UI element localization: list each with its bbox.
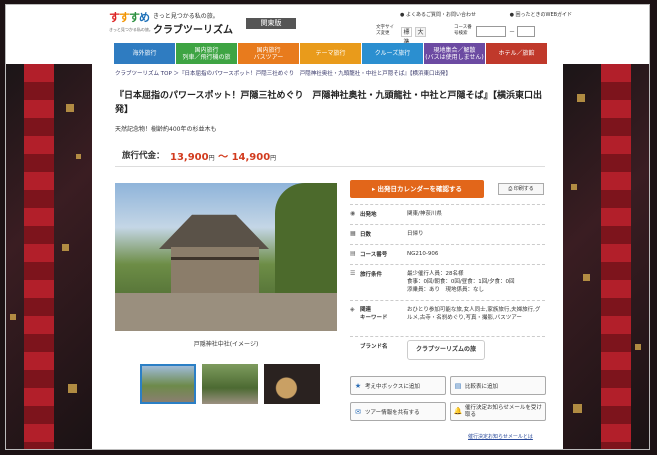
breadcrumb[interactable]: クラブツーリズム TOP ＞『日本屈指のパワースポット！戸隠三社めぐり 戸隠神社… xyxy=(115,69,545,77)
main-nav: 海外旅行 国内旅行 列車／飛行機の旅 国内旅行 バスツアー テーマ旅行 クルーズ旅行 現地… xyxy=(114,43,548,64)
doc-icon: ▤ xyxy=(350,250,356,257)
compare-icon: ▤ xyxy=(454,381,462,390)
course-search-label: コース番号検索 xyxy=(454,25,472,36)
nav-item-4[interactable]: クルーズ旅行 xyxy=(362,43,424,64)
nav-item-2[interactable]: 国内旅行 バスツアー xyxy=(238,43,300,64)
faq-link[interactable]: ● よくあるご質問・お問い合わせ xyxy=(400,12,492,18)
region-badge: 関東版 xyxy=(246,18,296,29)
text-size-normal-button[interactable]: 標準 xyxy=(401,27,412,46)
photo-thumbnail-3[interactable] xyxy=(264,364,320,404)
price-range: 13,900円 ～ 14,900円 xyxy=(170,152,277,163)
tour-detail-content: クラブツーリズム TOP ＞『日本屈指のパワースポット！戸隠三社めぐり 戸隠神社… xyxy=(100,64,557,449)
mail-icon: ✉ xyxy=(355,407,361,416)
nav-item-0[interactable]: 海外旅行 xyxy=(114,43,176,64)
web-guide-link[interactable]: ● 困ったときのWEBガイド xyxy=(510,12,589,18)
photo-caption: 戸隠神社中社(イメージ) xyxy=(193,341,259,348)
site-header: すすすめ きっと見つかる私の旅。 きっと見つかる私の旅。 クラブツーリズム 関東… xyxy=(6,5,649,46)
photo-thumbnail-2[interactable] xyxy=(202,364,258,404)
info-row-course-number: ▤ コース番号 NG210-906 xyxy=(350,244,545,264)
brand-name[interactable]: クラブツーリズム xyxy=(153,21,233,36)
price-label: 旅行代金： xyxy=(122,151,165,161)
list-icon: ☰ xyxy=(350,270,356,277)
divider xyxy=(115,166,545,167)
text-size-large-button[interactable]: 大 xyxy=(415,27,426,37)
confirm-notice-mail-button[interactable]: 🔔 催行決定お知らせメールを受け取る xyxy=(450,402,546,421)
info-row-departure: ◉ 出発地 関東/神奈川県 xyxy=(350,204,545,224)
site-logo[interactable]: すすすめ xyxy=(109,9,150,25)
right-decor-panel xyxy=(563,64,649,449)
course-number-input-2[interactable] xyxy=(517,26,535,37)
text-size-label: 文字サイズ変更 xyxy=(376,25,394,36)
course-number-input[interactable] xyxy=(476,26,506,37)
top-links: ● よくあるご質問・お問い合わせ ● 困ったときのWEBガイド xyxy=(400,11,604,18)
nav-item-3[interactable]: テーマ旅行 xyxy=(300,43,362,64)
print-button[interactable]: ⎙ 印刷する xyxy=(498,183,544,195)
nav-item-6[interactable]: ホテル／旅館 xyxy=(486,43,548,64)
info-row-keywords: ◈ 関連 キーワード おひとり参加可能な旅,女人同士,家族旅行,夫婦旅行,グルメ,… xyxy=(350,300,545,336)
info-row-days: ▦ 日数 日帰り xyxy=(350,224,545,244)
photo-thumbnail-1[interactable] xyxy=(140,364,196,404)
nav-item-1[interactable]: 国内旅行 列車／飛行機の旅 xyxy=(176,43,238,64)
tour-title: 『日本屈指のパワースポット！戸隠三社めぐり 戸隠神社奥社・九頭龍社・中社と戸隠そ… xyxy=(115,91,543,115)
nav-item-5[interactable]: 現地集合／解散 (バスは使用しません) xyxy=(424,43,486,64)
info-row-conditions: ☰ 旅行条件 最少催行人員：28名様 食事：0回/朝食：0回/昼食：1回/夕食：0… xyxy=(350,264,545,300)
pin-icon: ◉ xyxy=(350,210,356,217)
tag-icon: ◈ xyxy=(350,306,355,313)
notice-mail-help-link[interactable]: 催行決定お知らせメールとは xyxy=(468,433,533,440)
departure-calendar-button[interactable]: ▸ 出発日カレンダーを確認する xyxy=(350,180,484,198)
add-to-compare-button[interactable]: ▤ 比較表に追加 xyxy=(450,376,546,395)
browser-frame: すすすめ きっと見つかる私の旅。 きっと見つかる私の旅。 クラブツーリズム 関東… xyxy=(5,4,650,450)
left-decor-panel xyxy=(6,64,92,449)
tagline: きっと見つかる私の旅。 xyxy=(153,13,219,20)
brand-badge[interactable]: クラブツーリズムの旅 xyxy=(407,340,485,360)
course-dash: － xyxy=(509,29,516,36)
share-tour-button[interactable]: ✉ ツアー情報を共有する xyxy=(350,402,446,421)
add-to-consider-box-button[interactable]: ★ 考え中ボックスに追加 xyxy=(350,376,446,395)
main-photo xyxy=(115,183,337,331)
star-icon: ★ xyxy=(354,381,362,390)
bell-icon: 🔔 xyxy=(453,407,463,415)
calendar-icon: ▦ xyxy=(350,230,356,237)
logo-subtitle: きっと見つかる私の旅。 xyxy=(109,27,153,32)
tour-subtitle: 天然記念物！樹齢約400年の杉並木も xyxy=(115,126,217,133)
